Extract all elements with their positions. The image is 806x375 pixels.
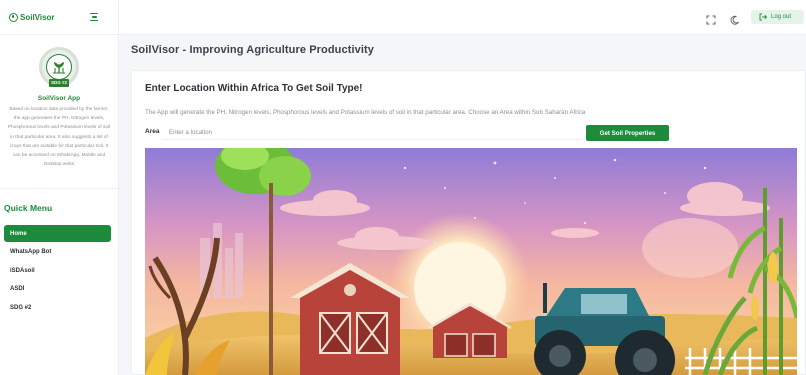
logout-button[interactable]: Log out <box>751 10 804 24</box>
get-soil-properties-button[interactable]: Get Soil Properties <box>586 125 669 141</box>
profile-title: SoilVisor App <box>37 95 81 102</box>
fullscreen-icon[interactable] <box>706 12 716 25</box>
profile-description: Based on location data provided by the f… <box>7 107 111 168</box>
profile: SDG #2 SoilVisor App Based on location d… <box>0 35 118 169</box>
menu-toggle-icon[interactable] <box>90 13 98 21</box>
app-root: SoilVisor SDG #2 SoilVisor App Based on … <box>0 0 806 375</box>
sdg-badge-label: SDG #2 <box>49 79 69 87</box>
card-heading: Enter Location Within Africa To Get Soil… <box>145 83 363 94</box>
quick-menu-item-home[interactable]: Home <box>4 225 111 242</box>
quick-menu-title: Quick Menu <box>4 203 53 213</box>
quick-menu-item-sdg2[interactable]: SDG #2 <box>4 299 111 316</box>
quick-menu-item-asdi[interactable]: ASDI <box>4 281 111 298</box>
farm-illustration <box>145 148 797 375</box>
sidebar: SoilVisor SDG #2 SoilVisor App Based on … <box>0 0 119 375</box>
leaf-logo-icon <box>9 12 18 22</box>
area-label: Area <box>145 128 160 135</box>
moon-icon[interactable] <box>730 12 740 25</box>
top-bar: Log out <box>119 0 806 35</box>
quick-menu-item-isdasoil[interactable]: iSDAsoil <box>4 262 111 279</box>
area-input[interactable] <box>163 125 581 140</box>
card-description: The App will generate the PH, Nitrogen l… <box>145 109 586 116</box>
sdg-badge: SDG #2 <box>39 47 79 87</box>
logout-label: Log out <box>771 14 792 20</box>
brand-name[interactable]: SoilVisor <box>20 13 55 22</box>
quick-menu: Home WhatsApp Bot iSDAsoil ASDI SDG #2 <box>4 225 111 318</box>
crop-icon <box>46 54 72 80</box>
divider <box>0 188 119 189</box>
page-title: SoilVisor - Improving Agriculture Produc… <box>131 44 374 56</box>
logout-icon <box>759 13 767 21</box>
brand: SoilVisor <box>0 0 118 35</box>
quick-menu-item-whatsapp-bot[interactable]: WhatsApp Bot <box>4 244 111 261</box>
